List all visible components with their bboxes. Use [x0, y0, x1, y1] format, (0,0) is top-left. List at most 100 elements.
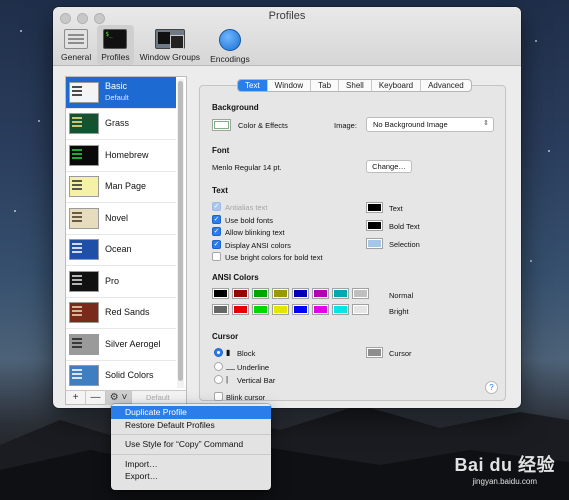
profile-item[interactable]: Ocean [66, 235, 176, 266]
text-color-well[interactable] [366, 220, 383, 231]
profile-item[interactable]: Red Sands [66, 298, 176, 329]
ansi-color-well[interactable] [332, 288, 349, 299]
profile-item[interactable]: Solid Colors [66, 361, 176, 392]
encodings-globe-icon [218, 29, 241, 51]
ansi-color-well[interactable] [352, 304, 369, 315]
profile-name: Silver Aerogel [105, 339, 161, 350]
profile-item[interactable]: Pro [66, 266, 176, 298]
profile-item[interactable]: Grass [66, 109, 176, 140]
ansi-color-well[interactable] [272, 288, 289, 299]
profile-item[interactable]: Novel [66, 203, 176, 235]
ansi-color-well[interactable] [312, 288, 329, 299]
preferences-toolbar: General $_ Profiles Window Groups Encodi… [57, 25, 254, 65]
profile-name: Man Page [105, 181, 146, 192]
text-color-label: Text [389, 204, 403, 213]
change-font-button[interactable]: Change… [366, 160, 412, 173]
profile-item[interactable]: Man Page [66, 172, 176, 203]
toolbar-general[interactable]: General [57, 25, 95, 65]
profile-name: Ocean [105, 244, 132, 255]
cursor-style-radio[interactable] [214, 361, 223, 371]
toolbar-window-groups[interactable]: Window Groups [136, 25, 204, 65]
tab-tab[interactable]: Tab [311, 80, 340, 91]
gear-context-menu: Duplicate Profile Restore Default Profil… [111, 404, 271, 490]
scrollbar-thumb[interactable] [178, 81, 183, 381]
tab-text[interactable]: Text [238, 80, 268, 91]
profile-name-text: Man Page [105, 181, 147, 192]
profile-item[interactable]: Basic Default [66, 77, 176, 109]
cursor-color-well[interactable] [366, 347, 383, 358]
color-fill [368, 222, 381, 229]
profile-item[interactable]: Homebrew [66, 140, 176, 172]
toolbar-encodings[interactable]: Encodings [206, 25, 254, 65]
cursor-shape-icon: ▮ [226, 347, 231, 357]
color-fill [254, 306, 267, 313]
ansi-color-well[interactable] [332, 304, 349, 315]
menu-use-style-for-copy[interactable]: Use Style for “Copy” Command [111, 438, 271, 451]
cursor-shape-icon: __ [226, 361, 235, 370]
profile-name: Grass [105, 118, 129, 129]
text-color-well[interactable] [366, 202, 383, 213]
color-fill [354, 290, 367, 297]
profile-thumbnail [69, 333, 99, 355]
cursor-color-label: Cursor [389, 349, 412, 358]
menu-separator [111, 453, 271, 455]
text-option-label: Allow blinking text [225, 228, 285, 237]
ansi-color-well[interactable] [252, 304, 269, 315]
ansi-color-well[interactable] [272, 304, 289, 315]
remove-profile-button[interactable]: — [86, 390, 106, 405]
text-option-checkbox[interactable]: ✓ [212, 239, 221, 249]
help-button[interactable]: ? [485, 381, 498, 394]
color-effects-label: Color & Effects [238, 121, 288, 130]
ansi-color-well[interactable] [292, 304, 309, 315]
tab-keyboard[interactable]: Keyboard [372, 80, 422, 91]
toolbar-profiles[interactable]: $_ Profiles [97, 25, 134, 65]
menu-duplicate-profile[interactable]: Duplicate Profile [111, 406, 271, 419]
tab-shell[interactable]: Shell [339, 80, 372, 91]
ansi-color-well[interactable] [212, 304, 229, 315]
color-fill [334, 306, 347, 313]
cursor-style-radio[interactable] [214, 375, 223, 384]
ansi-color-well[interactable] [312, 304, 329, 315]
ansi-color-well[interactable] [252, 288, 269, 299]
profile-name: Novel [105, 213, 128, 224]
text-option-checkbox[interactable]: ✓ [212, 227, 221, 236]
menu-export[interactable]: Export… [111, 470, 271, 483]
text-color-well[interactable] [366, 238, 383, 249]
menu-import[interactable]: Import… [111, 458, 271, 471]
text-option-label: Use bold fonts [225, 215, 273, 225]
settings-tabs: Text Window Tab Shell Keyboard Advanced [237, 79, 472, 92]
color-fill [294, 290, 307, 297]
profile-thumbnail [69, 365, 99, 387]
profile-name: Pro [105, 276, 119, 287]
text-option-checkbox[interactable]: ✓ [212, 214, 221, 224]
ansi-color-well[interactable] [232, 288, 249, 299]
gear-menu-button[interactable]: ⚙ ˅ [106, 390, 132, 405]
profile-thumbnail [69, 144, 99, 166]
ansi-color-well[interactable] [352, 288, 369, 299]
color-fill [368, 240, 381, 247]
ansi-color-well[interactable] [212, 288, 229, 299]
add-profile-button[interactable]: + [66, 390, 86, 405]
ansi-color-well[interactable] [232, 304, 249, 315]
background-color-well[interactable] [212, 119, 231, 131]
watermark-url: jingyan.baidu.com [472, 477, 537, 486]
profile-thumbnail [69, 113, 99, 135]
cursor-style-radio[interactable] [214, 348, 223, 357]
profile-list: Basic Default Grass Homebrew Man Page Novel Oc… [66, 77, 176, 393]
blink-cursor-checkbox[interactable] [214, 392, 223, 401]
profiles-icon: $_ [103, 29, 128, 49]
profile-list-scrollbar[interactable] [177, 79, 184, 388]
menu-restore-default-profiles[interactable]: Restore Default Profiles [111, 419, 271, 432]
tab-window[interactable]: Window [268, 80, 312, 91]
default-button[interactable]: Default [146, 393, 170, 402]
toolbar-window-groups-label: Window Groups [139, 52, 201, 62]
profile-item[interactable]: Silver Aerogel [66, 329, 176, 361]
titlebar: Profiles General $_ Profiles Window Grou… [53, 7, 521, 66]
background-image-select[interactable]: No Background Image ⇕ [366, 117, 494, 132]
text-option-checkbox[interactable]: ✓ [212, 202, 221, 211]
color-fill [274, 290, 287, 297]
text-option-checkbox[interactable] [212, 252, 221, 261]
ansi-color-well[interactable] [292, 288, 309, 299]
profile-name-text: Ocean [105, 244, 132, 255]
tab-advanced[interactable]: Advanced [421, 80, 471, 91]
